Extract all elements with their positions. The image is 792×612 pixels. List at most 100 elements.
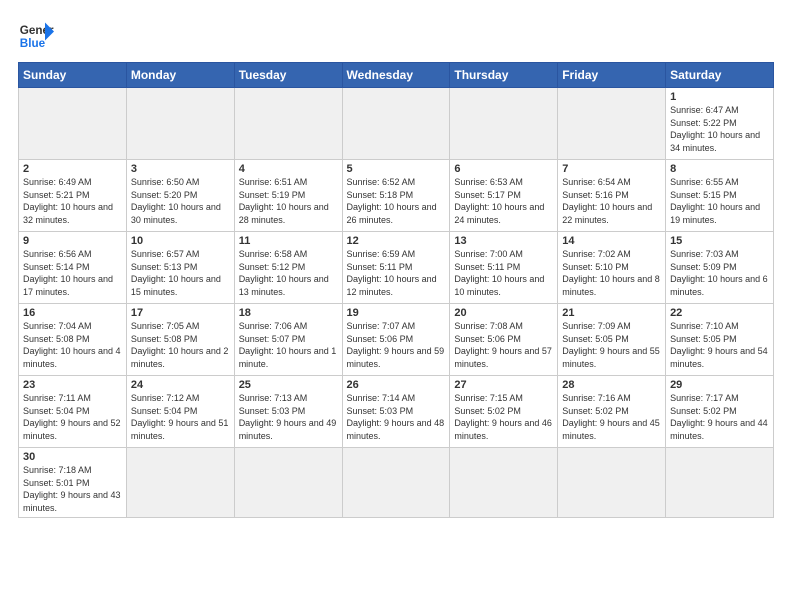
calendar-cell: 14Sunrise: 7:02 AM Sunset: 5:10 PM Dayli… [558,232,666,304]
calendar-cell [558,448,666,518]
day-info: Sunrise: 7:11 AM Sunset: 5:04 PM Dayligh… [23,392,122,442]
logo-icon: General Blue [18,18,54,54]
calendar-cell: 25Sunrise: 7:13 AM Sunset: 5:03 PM Dayli… [234,376,342,448]
day-number: 17 [131,307,230,319]
calendar-cell: 9Sunrise: 6:56 AM Sunset: 5:14 PM Daylig… [19,232,127,304]
day-number: 27 [454,379,553,391]
svg-text:Blue: Blue [20,37,46,50]
day-info: Sunrise: 7:00 AM Sunset: 5:11 PM Dayligh… [454,248,553,298]
day-info: Sunrise: 7:13 AM Sunset: 5:03 PM Dayligh… [239,392,338,442]
day-number: 14 [562,235,661,247]
calendar-cell: 13Sunrise: 7:00 AM Sunset: 5:11 PM Dayli… [450,232,558,304]
calendar-cell: 8Sunrise: 6:55 AM Sunset: 5:15 PM Daylig… [666,160,774,232]
day-number: 10 [131,235,230,247]
day-number: 6 [454,163,553,175]
day-number: 18 [239,307,338,319]
day-number: 28 [562,379,661,391]
calendar-cell: 17Sunrise: 7:05 AM Sunset: 5:08 PM Dayli… [126,304,234,376]
day-number: 1 [670,91,769,103]
calendar-cell: 3Sunrise: 6:50 AM Sunset: 5:20 PM Daylig… [126,160,234,232]
day-number: 5 [347,163,446,175]
day-number: 4 [239,163,338,175]
header: General Blue [18,18,774,54]
calendar-cell: 12Sunrise: 6:59 AM Sunset: 5:11 PM Dayli… [342,232,450,304]
day-number: 13 [454,235,553,247]
calendar-cell [342,88,450,160]
day-info: Sunrise: 7:04 AM Sunset: 5:08 PM Dayligh… [23,320,122,370]
calendar-cell: 26Sunrise: 7:14 AM Sunset: 5:03 PM Dayli… [342,376,450,448]
calendar-cell [342,448,450,518]
col-header-tuesday: Tuesday [234,63,342,88]
day-info: Sunrise: 7:07 AM Sunset: 5:06 PM Dayligh… [347,320,446,370]
logo: General Blue [18,18,54,54]
col-header-saturday: Saturday [666,63,774,88]
calendar-cell: 18Sunrise: 7:06 AM Sunset: 5:07 PM Dayli… [234,304,342,376]
day-info: Sunrise: 6:59 AM Sunset: 5:11 PM Dayligh… [347,248,446,298]
col-header-friday: Friday [558,63,666,88]
col-header-sunday: Sunday [19,63,127,88]
day-info: Sunrise: 6:49 AM Sunset: 5:21 PM Dayligh… [23,176,122,226]
calendar-cell: 22Sunrise: 7:10 AM Sunset: 5:05 PM Dayli… [666,304,774,376]
calendar-cell: 5Sunrise: 6:52 AM Sunset: 5:18 PM Daylig… [342,160,450,232]
calendar-cell: 16Sunrise: 7:04 AM Sunset: 5:08 PM Dayli… [19,304,127,376]
day-number: 12 [347,235,446,247]
day-info: Sunrise: 6:53 AM Sunset: 5:17 PM Dayligh… [454,176,553,226]
day-number: 22 [670,307,769,319]
day-number: 30 [23,451,122,463]
col-header-thursday: Thursday [450,63,558,88]
day-number: 16 [23,307,122,319]
day-number: 26 [347,379,446,391]
calendar-cell: 27Sunrise: 7:15 AM Sunset: 5:02 PM Dayli… [450,376,558,448]
day-info: Sunrise: 7:17 AM Sunset: 5:02 PM Dayligh… [670,392,769,442]
day-info: Sunrise: 6:52 AM Sunset: 5:18 PM Dayligh… [347,176,446,226]
day-number: 3 [131,163,230,175]
day-number: 15 [670,235,769,247]
calendar-cell [450,448,558,518]
calendar-cell: 19Sunrise: 7:07 AM Sunset: 5:06 PM Dayli… [342,304,450,376]
calendar-cell [234,448,342,518]
calendar-cell: 24Sunrise: 7:12 AM Sunset: 5:04 PM Dayli… [126,376,234,448]
day-info: Sunrise: 7:14 AM Sunset: 5:03 PM Dayligh… [347,392,446,442]
calendar-week-1: 1Sunrise: 6:47 AM Sunset: 5:22 PM Daylig… [19,88,774,160]
day-info: Sunrise: 7:10 AM Sunset: 5:05 PM Dayligh… [670,320,769,370]
day-number: 9 [23,235,122,247]
day-info: Sunrise: 6:55 AM Sunset: 5:15 PM Dayligh… [670,176,769,226]
calendar-cell: 6Sunrise: 6:53 AM Sunset: 5:17 PM Daylig… [450,160,558,232]
calendar-cell: 11Sunrise: 6:58 AM Sunset: 5:12 PM Dayli… [234,232,342,304]
day-number: 21 [562,307,661,319]
calendar-cell [19,88,127,160]
calendar-cell: 10Sunrise: 6:57 AM Sunset: 5:13 PM Dayli… [126,232,234,304]
day-number: 23 [23,379,122,391]
calendar-cell: 28Sunrise: 7:16 AM Sunset: 5:02 PM Dayli… [558,376,666,448]
calendar-cell: 15Sunrise: 7:03 AM Sunset: 5:09 PM Dayli… [666,232,774,304]
calendar-week-4: 16Sunrise: 7:04 AM Sunset: 5:08 PM Dayli… [19,304,774,376]
calendar-cell: 30Sunrise: 7:18 AM Sunset: 5:01 PM Dayli… [19,448,127,518]
calendar-cell: 7Sunrise: 6:54 AM Sunset: 5:16 PM Daylig… [558,160,666,232]
day-info: Sunrise: 6:50 AM Sunset: 5:20 PM Dayligh… [131,176,230,226]
col-header-monday: Monday [126,63,234,88]
day-number: 24 [131,379,230,391]
day-info: Sunrise: 7:18 AM Sunset: 5:01 PM Dayligh… [23,464,122,514]
calendar-table: SundayMondayTuesdayWednesdayThursdayFrid… [18,62,774,518]
calendar-cell [126,88,234,160]
calendar-cell [558,88,666,160]
calendar-week-3: 9Sunrise: 6:56 AM Sunset: 5:14 PM Daylig… [19,232,774,304]
calendar-header-row: SundayMondayTuesdayWednesdayThursdayFrid… [19,63,774,88]
day-info: Sunrise: 6:56 AM Sunset: 5:14 PM Dayligh… [23,248,122,298]
day-info: Sunrise: 7:12 AM Sunset: 5:04 PM Dayligh… [131,392,230,442]
day-info: Sunrise: 6:54 AM Sunset: 5:16 PM Dayligh… [562,176,661,226]
day-number: 11 [239,235,338,247]
day-info: Sunrise: 7:15 AM Sunset: 5:02 PM Dayligh… [454,392,553,442]
day-number: 7 [562,163,661,175]
calendar-cell: 29Sunrise: 7:17 AM Sunset: 5:02 PM Dayli… [666,376,774,448]
day-info: Sunrise: 6:47 AM Sunset: 5:22 PM Dayligh… [670,104,769,154]
day-info: Sunrise: 7:06 AM Sunset: 5:07 PM Dayligh… [239,320,338,370]
col-header-wednesday: Wednesday [342,63,450,88]
day-info: Sunrise: 6:57 AM Sunset: 5:13 PM Dayligh… [131,248,230,298]
day-info: Sunrise: 7:16 AM Sunset: 5:02 PM Dayligh… [562,392,661,442]
day-info: Sunrise: 7:08 AM Sunset: 5:06 PM Dayligh… [454,320,553,370]
day-number: 19 [347,307,446,319]
calendar-cell [126,448,234,518]
calendar-cell: 21Sunrise: 7:09 AM Sunset: 5:05 PM Dayli… [558,304,666,376]
day-info: Sunrise: 7:09 AM Sunset: 5:05 PM Dayligh… [562,320,661,370]
